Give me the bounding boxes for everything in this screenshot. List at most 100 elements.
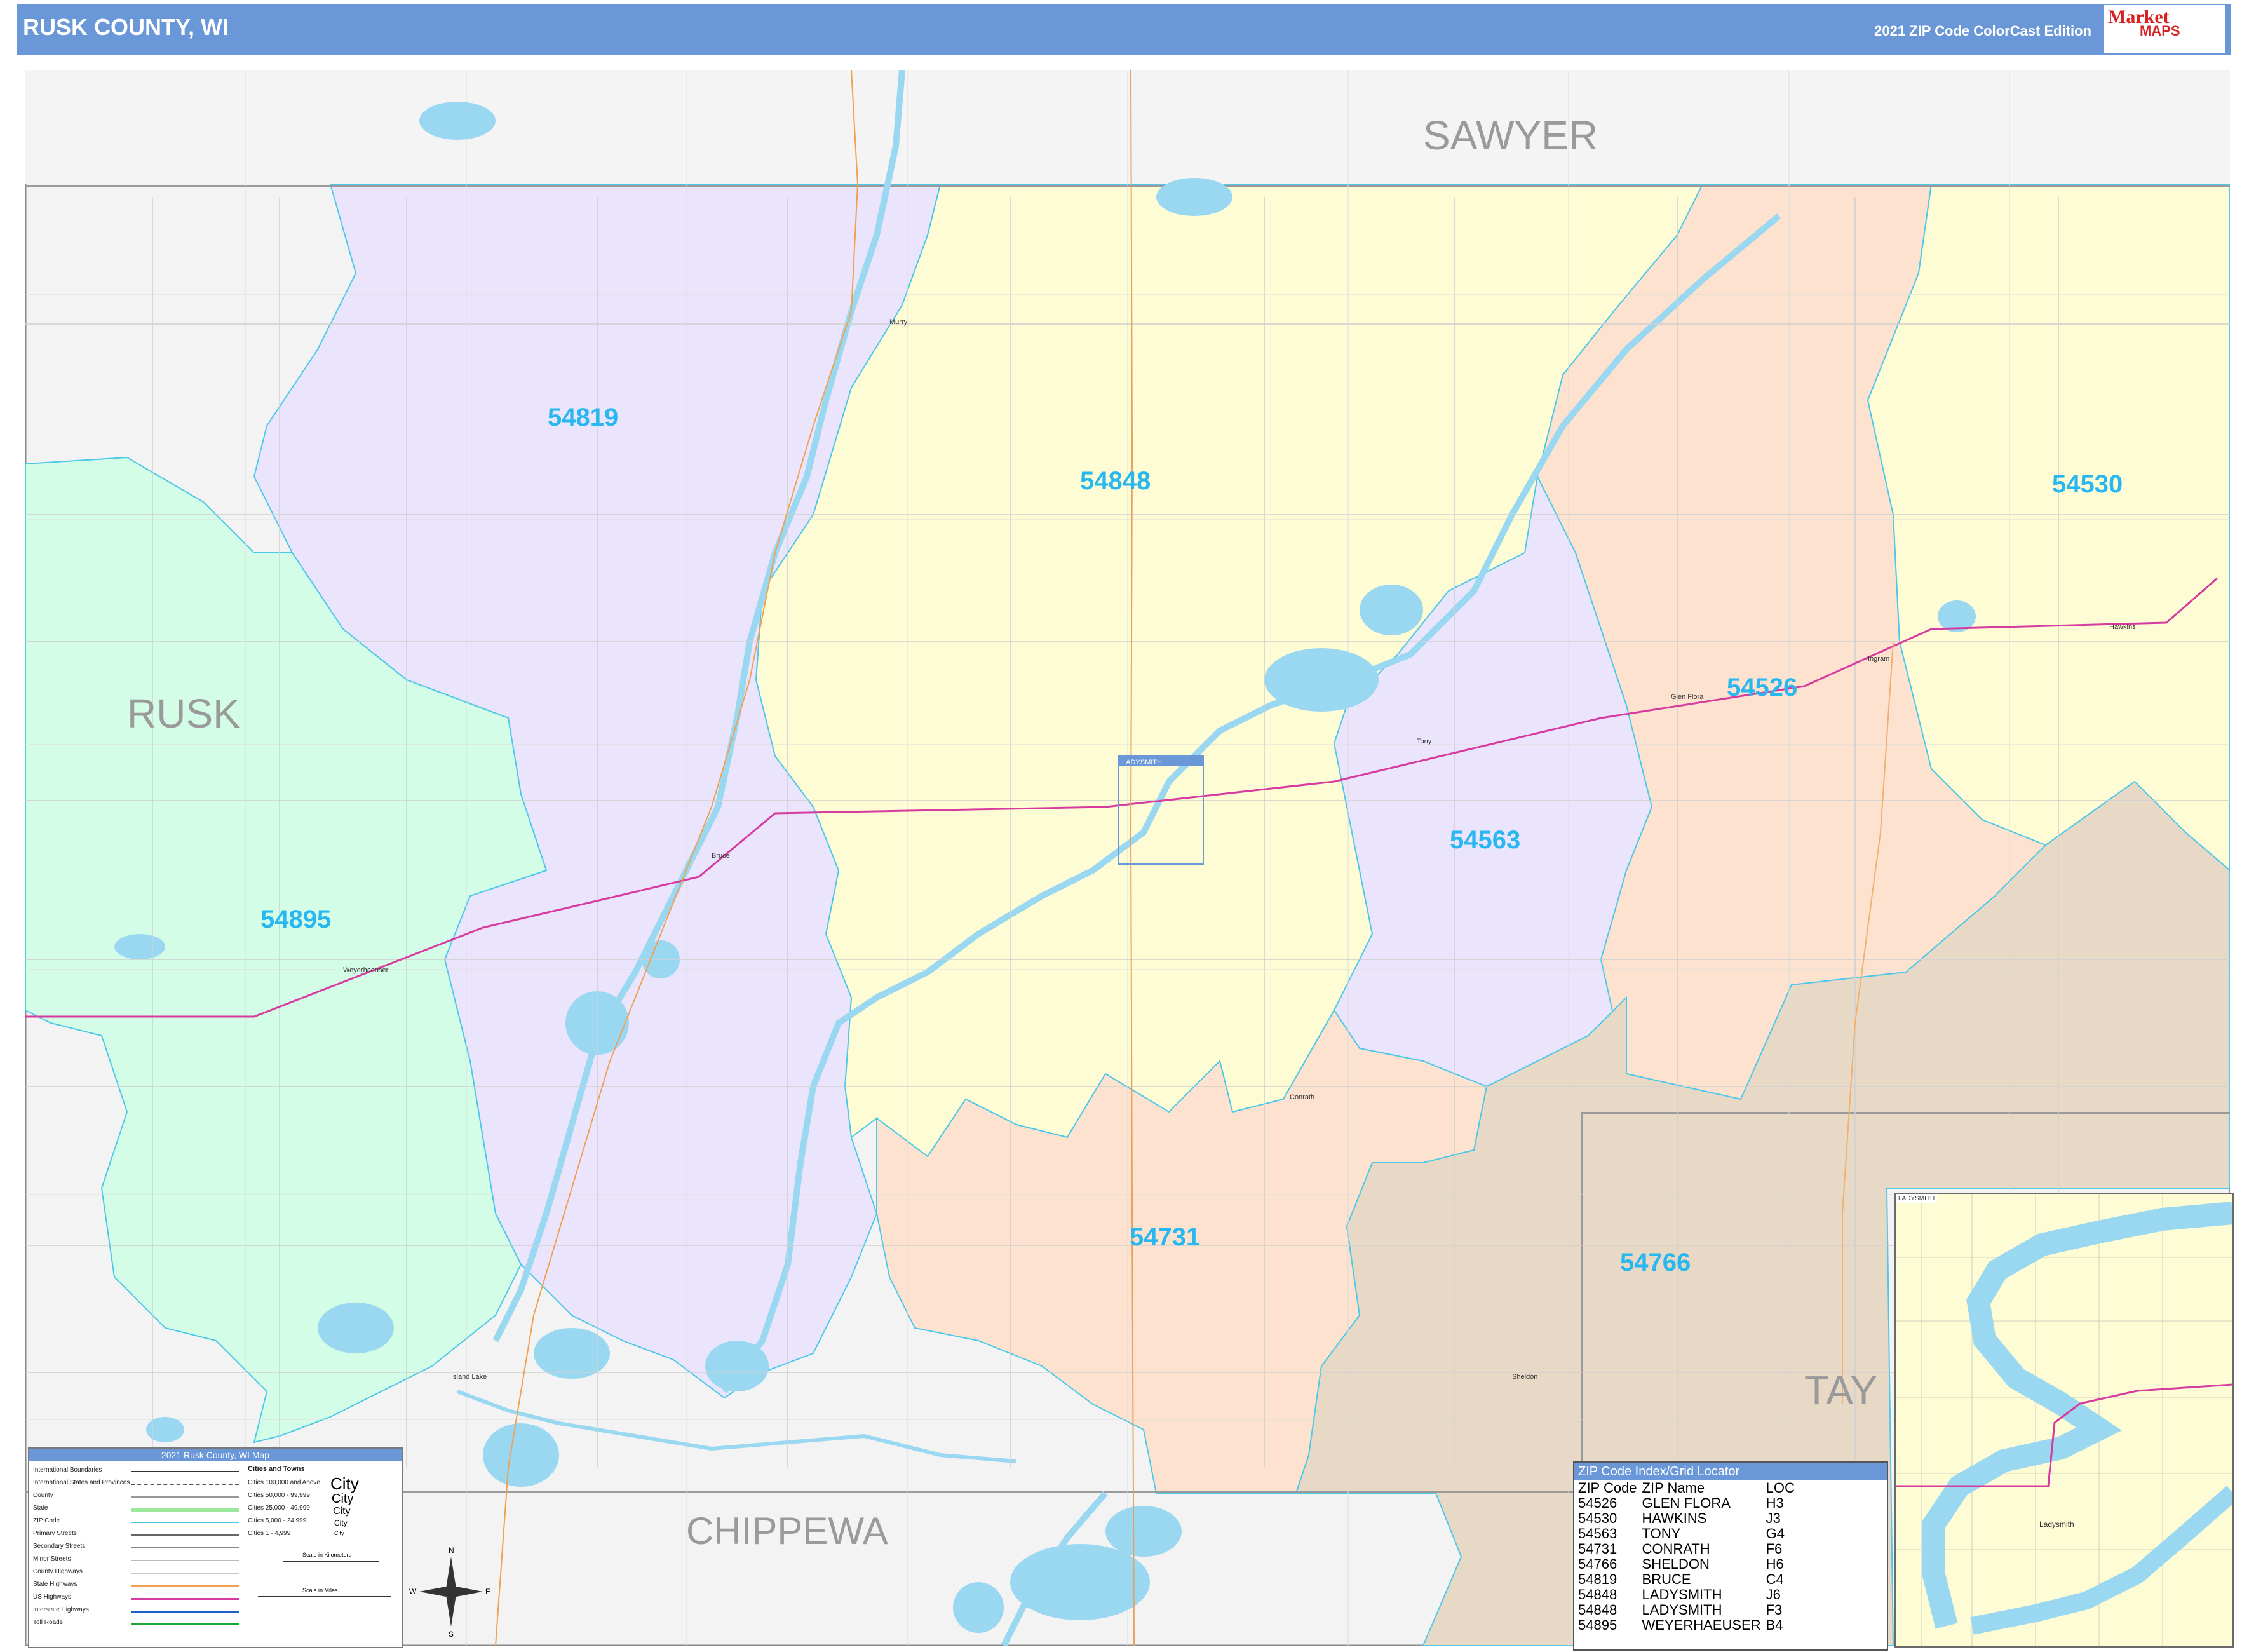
table-row: 54766 SHELDON H6 xyxy=(1576,1557,1797,1572)
inset-title: LADYSMITH xyxy=(1896,1194,1938,1203)
table-row: 54895 WEYERHAEUSER B4 xyxy=(1576,1618,1797,1633)
zip-cell: 54563 xyxy=(1578,1526,1617,1541)
loc-cell: F3 xyxy=(1766,1602,1783,1618)
town-bruce: Bruce xyxy=(712,852,730,860)
legend-item-international-boundaries: International Boundaries xyxy=(33,1466,102,1473)
legend-city-sample-2: City xyxy=(332,1492,354,1506)
name-cell: LADYSMITH xyxy=(1642,1587,1722,1602)
zip-cell: 54530 xyxy=(1578,1510,1617,1526)
town-glen-flora: Glen Flora xyxy=(1671,693,1704,701)
legend-city-size-5: Cities 1 - 4,999 xyxy=(248,1530,291,1537)
legend-item-minor-streets: Minor Streets xyxy=(33,1555,71,1562)
zip-index-col-name: ZIP Name xyxy=(1642,1480,1705,1496)
table-row: 54819 BRUCE C4 xyxy=(1576,1572,1797,1587)
inset-town-ladysmith: Ladysmith xyxy=(2039,1520,2074,1529)
zip-index-title: ZIP Code Index/Grid Locator xyxy=(1574,1463,1887,1480)
table-row: 54848 LADYSMITH J6 xyxy=(1576,1587,1797,1602)
compass-s: S xyxy=(449,1630,454,1639)
town-tony: Tony xyxy=(1417,738,1432,745)
loc-cell: G4 xyxy=(1766,1526,1785,1541)
zip-cell: 54526 xyxy=(1578,1495,1617,1511)
legend-item-toll-roads: Toll Roads xyxy=(33,1619,63,1626)
name-cell: SHELDON xyxy=(1642,1556,1710,1572)
legend-item-county-highways: County Highways xyxy=(33,1568,83,1575)
zip-cell: 54731 xyxy=(1578,1541,1617,1557)
map-title: RUSK COUNTY, WI xyxy=(23,14,229,40)
zip-label-54526: 54526 xyxy=(1727,674,1797,701)
county-label-sawyer: SAWYER xyxy=(1423,112,1598,158)
zip-code-index: ZIP Code Index/Grid Locator ZIP Code ZIP… xyxy=(1573,1461,1888,1651)
zip-index-header-row: ZIP Code ZIP Name LOC xyxy=(1576,1480,1797,1496)
town-murry: Murry xyxy=(889,318,908,326)
name-cell: BRUCE xyxy=(1642,1571,1691,1587)
name-cell: GLEN FLORA xyxy=(1642,1495,1731,1511)
legend-city-sample-1: City xyxy=(330,1474,359,1493)
legend-line-interstate xyxy=(131,1611,239,1613)
zip-label-54819: 54819 xyxy=(548,403,618,431)
name-cell: HAWKINS xyxy=(1642,1510,1707,1526)
legend-item-county: County xyxy=(33,1492,53,1499)
town-sheldon: Sheldon xyxy=(1512,1373,1537,1381)
map-legend: 2021 Rusk County, WI Map International B… xyxy=(28,1447,490,1648)
legend-item-state: State xyxy=(33,1505,48,1512)
table-row: 54563 TONY G4 xyxy=(1576,1526,1797,1541)
town-weyerhaeuser: Weyerhaeuser xyxy=(343,966,389,974)
legend-city-size-4: Cities 5,000 - 24,999 xyxy=(248,1517,307,1524)
town-conrath: Conrath xyxy=(1290,1093,1314,1101)
legend-scale-mi: Scale in Miles xyxy=(302,1587,338,1594)
zip-label-54530: 54530 xyxy=(2052,470,2123,498)
loc-cell: H3 xyxy=(1766,1495,1784,1511)
name-cell: LADYSMITH xyxy=(1642,1602,1722,1618)
table-row: 54530 HAWKINS J3 xyxy=(1576,1511,1797,1526)
loc-cell: F6 xyxy=(1766,1541,1783,1557)
legend-city-sample-5: City xyxy=(334,1530,344,1536)
legend-line-intl-states xyxy=(131,1484,239,1485)
legend-line-state-hwy xyxy=(131,1585,239,1587)
zip-label-54848: 54848 xyxy=(1080,467,1151,495)
edition-label: 2021 ZIP Code ColorCast Edition xyxy=(1874,23,2091,39)
legend-city-size-1: Cities 100,000 and Above xyxy=(248,1479,320,1486)
zip-cell: 54895 xyxy=(1578,1617,1617,1633)
zip-cell: 54848 xyxy=(1578,1587,1617,1602)
town-hawkins: Hawkins xyxy=(2109,623,2136,631)
header-bar: RUSK COUNTY, WI 2021 ZIP Code ColorCast … xyxy=(17,4,2231,55)
legend-line-secondary xyxy=(131,1547,239,1548)
zip-label-54731: 54731 xyxy=(1130,1223,1200,1251)
town-ingram: Ingram xyxy=(1868,655,1889,663)
loc-cell: J3 xyxy=(1766,1510,1781,1526)
name-cell: CONRATH xyxy=(1642,1541,1710,1557)
loc-cell: J6 xyxy=(1766,1587,1781,1602)
zip-index-col-loc: LOC xyxy=(1766,1480,1795,1496)
legend-title: 2021 Rusk County, WI Map xyxy=(29,1449,402,1461)
county-label-chippewa: CHIPPEWA xyxy=(686,1510,888,1552)
legend-item-secondary-streets: Secondary Streets xyxy=(33,1543,86,1550)
legend-cities-title: Cities and Towns xyxy=(248,1465,305,1473)
legend-line-county-hwy xyxy=(131,1573,239,1574)
legend-line-zip xyxy=(131,1522,239,1523)
legend-city-size-2: Cities 50,000 - 99,999 xyxy=(248,1492,310,1499)
zip-cell: 54819 xyxy=(1578,1571,1617,1587)
zip-cell: 54848 xyxy=(1578,1602,1617,1618)
legend-line-minor xyxy=(131,1560,239,1561)
market-maps-logo: Market MAPS xyxy=(2104,5,2225,53)
compass-w: W xyxy=(409,1587,417,1596)
legend-scale-km-bar xyxy=(283,1561,379,1562)
legend-line-toll xyxy=(131,1623,239,1625)
county-label-taylor: TAY xyxy=(1804,1367,1877,1413)
compass-rose: N S E W xyxy=(409,1546,490,1639)
loc-cell: C4 xyxy=(1766,1571,1784,1587)
legend-item-primary-streets: Primary Streets xyxy=(33,1530,77,1537)
legend-line-international xyxy=(131,1471,239,1472)
legend-item-state-highways: State Highways xyxy=(33,1581,78,1588)
compass-e: E xyxy=(485,1587,490,1596)
zip-index-col-zip: ZIP Code xyxy=(1578,1480,1637,1496)
loc-cell: B4 xyxy=(1766,1617,1783,1633)
table-row: 54731 CONRATH F6 xyxy=(1576,1541,1797,1557)
legend-city-sample-3: City xyxy=(333,1506,351,1517)
legend-city-sample-4: City xyxy=(334,1519,348,1527)
zip-label-54563: 54563 xyxy=(1450,826,1520,854)
legend-item-interstate-highways: Interstate Highways xyxy=(33,1606,89,1613)
legend-item-international-states: International States and Provinces xyxy=(33,1479,130,1486)
name-cell: TONY xyxy=(1642,1526,1681,1541)
legend-line-state xyxy=(131,1508,239,1512)
